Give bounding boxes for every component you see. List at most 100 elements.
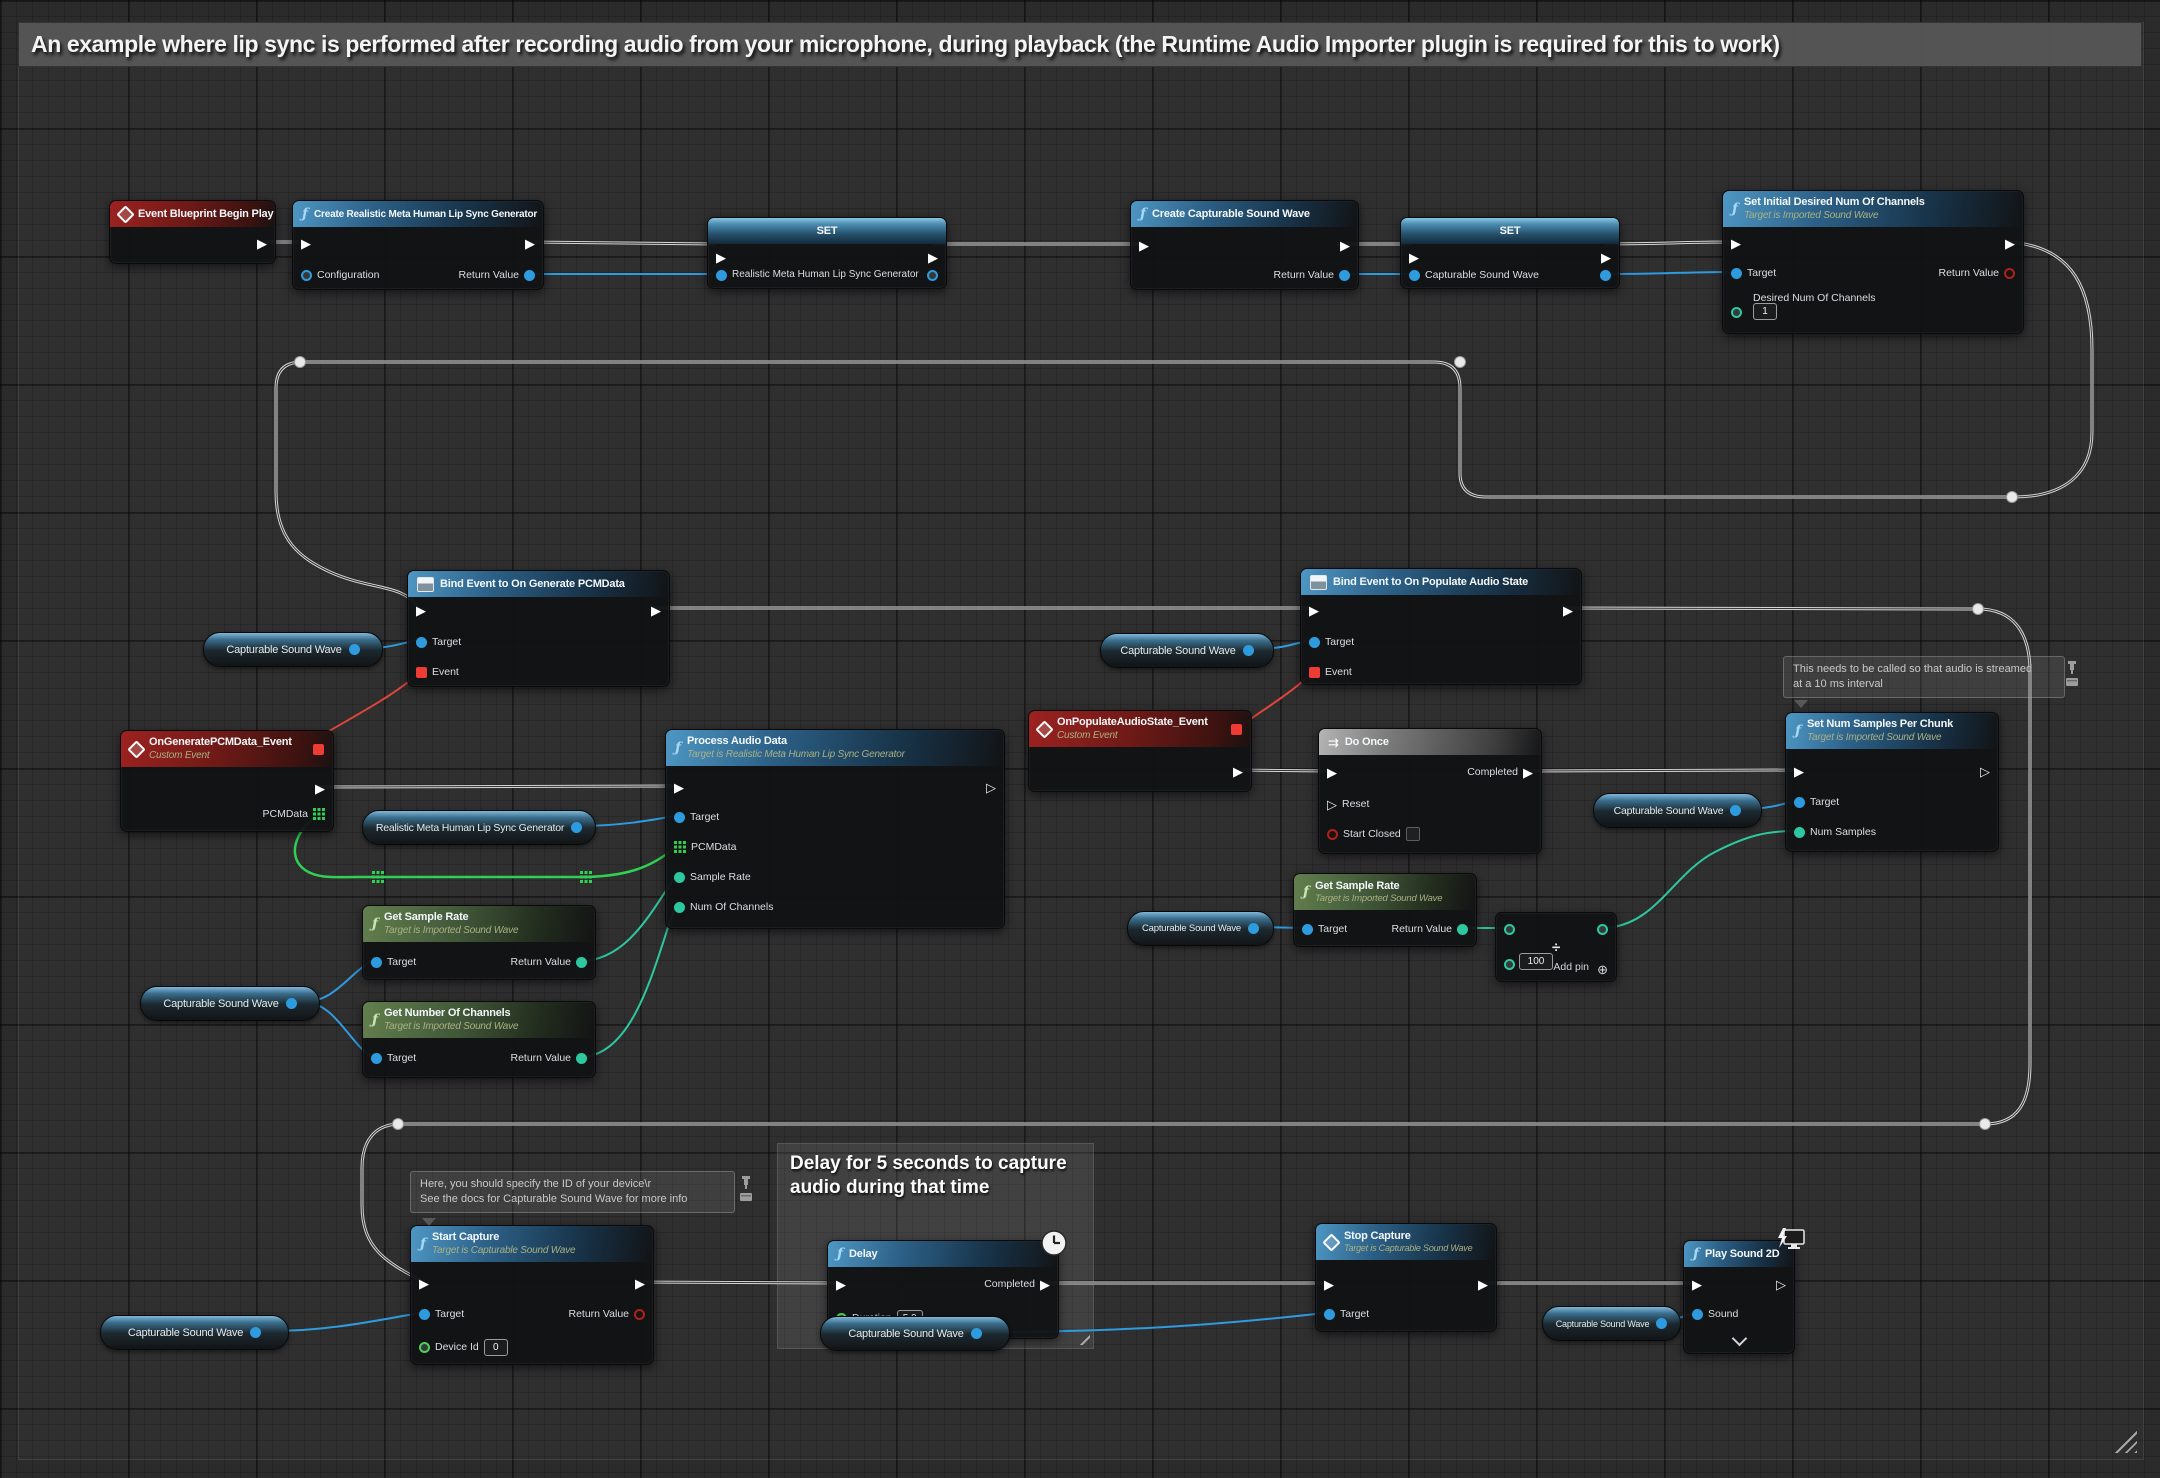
exec-in-pin[interactable]: ▶: [1309, 604, 1319, 617]
exec-out-pin[interactable]: ▶: [635, 1277, 645, 1290]
exec-out-pin[interactable]: ▶: [315, 782, 325, 795]
completed-exec-pin[interactable]: ▶: [1523, 766, 1533, 779]
exec-out-pin[interactable]: ▶: [1233, 765, 1243, 778]
node-set-lip-sync-generator[interactable]: SET ▶ ▶ Realistic Meta Human Lip Sync Ge…: [707, 217, 947, 289]
node-get-sample-rate-right[interactable]: ƒ Get Sample Rate Target is Imported Sou…: [1293, 873, 1477, 947]
event-delegate-pin[interactable]: [416, 667, 427, 678]
exec-out-pin[interactable]: ▶: [2005, 237, 2015, 250]
device-note-bubble[interactable]: Here, you should specify the ID of your …: [410, 1171, 735, 1213]
exec-in-pin[interactable]: ▶: [1794, 765, 1804, 778]
sound-pin[interactable]: [1692, 1309, 1703, 1320]
stream-note-bubble[interactable]: This needs to be called so that audio is…: [1783, 656, 2065, 698]
node-divide[interactable]: ÷ 100 Add pin ⊕: [1495, 912, 1617, 982]
start-closed-pin[interactable]: [1327, 829, 1338, 840]
reroute-node[interactable]: [393, 1119, 404, 1130]
target-pin[interactable]: [1309, 637, 1320, 648]
reroute-node[interactable]: [295, 357, 306, 368]
node-do-once[interactable]: ⇉ Do Once ▶ ▶ Completed ▷ Reset Start Cl…: [1318, 728, 1542, 854]
return-value-pin[interactable]: [576, 957, 587, 968]
exec-out-pin[interactable]: ▷: [1980, 765, 1990, 778]
return-value-pin[interactable]: [1457, 924, 1468, 935]
exec-out-pin[interactable]: ▶: [257, 237, 267, 250]
exec-out-pin[interactable]: ▶: [651, 604, 661, 617]
node-start-capture[interactable]: ƒ Start Capture Target is Capturable Sou…: [410, 1225, 654, 1365]
exec-in-pin[interactable]: ▶: [419, 1277, 429, 1290]
sample-rate-pin[interactable]: [674, 872, 685, 883]
exec-in-pin[interactable]: ▶: [1692, 1278, 1702, 1291]
node-event-begin-play[interactable]: Event Blueprint Begin Play ▶: [109, 200, 276, 264]
target-pin[interactable]: [1324, 1309, 1335, 1320]
variable-in-pin[interactable]: [1409, 270, 1420, 281]
pill-capturable-sound-wave[interactable]: Capturable Sound Wave: [100, 1315, 289, 1350]
target-pin[interactable]: [1302, 924, 1313, 935]
reroute-node[interactable]: [1973, 604, 1984, 615]
node-create-capturable-sound-wave[interactable]: ƒ Create Capturable Sound Wave ▶ ▶ Retur…: [1130, 200, 1359, 290]
node-get-number-of-channels[interactable]: ƒ Get Number Of Channels Target is Impor…: [362, 1001, 596, 1078]
node-play-sound-2d[interactable]: ƒ Play Sound 2D ▶ ▷ Sound: [1683, 1240, 1795, 1354]
exec-in-pin[interactable]: ▶: [416, 604, 426, 617]
pill-output-pin[interactable]: [1248, 923, 1259, 934]
divide-input-b-pin[interactable]: [1504, 959, 1515, 970]
reroute-node[interactable]: [1980, 1119, 1991, 1130]
exec-out-pin[interactable]: ▶: [1478, 1278, 1488, 1291]
configuration-pin[interactable]: [301, 270, 312, 281]
pill-capturable-sound-wave[interactable]: Capturable Sound Wave: [203, 632, 383, 667]
blueprint-graph-canvas[interactable]: An example where lip sync is performed a…: [0, 0, 2160, 1478]
reroute-node[interactable]: [2007, 492, 2018, 503]
exec-in-pin[interactable]: ▶: [1409, 251, 1419, 264]
variable-out-pin[interactable]: [1600, 270, 1611, 281]
pill-realistic-generator[interactable]: Realistic Meta Human Lip Sync Generator: [362, 810, 596, 845]
exec-in-pin[interactable]: ▶: [716, 251, 726, 264]
pcmdata-array-pin[interactable]: [313, 808, 325, 820]
target-pin[interactable]: [416, 637, 427, 648]
pill-output-pin[interactable]: [1730, 805, 1741, 816]
pill-output-pin[interactable]: [286, 998, 297, 1009]
pill-capturable-sound-wave[interactable]: Capturable Sound Wave: [1127, 911, 1274, 946]
pill-output-pin[interactable]: [250, 1327, 261, 1338]
target-pin[interactable]: [674, 812, 685, 823]
node-create-realistic-generator[interactable]: ƒ Create Realistic Meta Human Lip Sync G…: [292, 200, 544, 290]
node-on-populate-audio-state-event[interactable]: OnPopulateAudioState_Event Custom Event …: [1028, 710, 1252, 792]
target-pin[interactable]: [1731, 268, 1742, 279]
return-value-pin[interactable]: [634, 1309, 645, 1320]
divisor-field[interactable]: 100: [1519, 953, 1553, 970]
expand-chevron-icon[interactable]: [1734, 1333, 1745, 1344]
node-set-num-samples-per-chunk[interactable]: ƒ Set Num Samples Per Chunk Target is Im…: [1785, 712, 1999, 852]
pill-capturable-sound-wave[interactable]: Capturable Sound Wave: [1593, 793, 1762, 828]
node-stop-capture[interactable]: Stop Capture Target is Capturable Sound …: [1315, 1223, 1497, 1332]
exec-out-pin[interactable]: ▶: [1563, 604, 1573, 617]
node-get-sample-rate-left[interactable]: ƒ Get Sample Rate Target is Imported Sou…: [362, 905, 596, 980]
reset-exec-pin[interactable]: ▷: [1327, 798, 1337, 811]
exec-out-pin[interactable]: ▶: [525, 237, 535, 250]
exec-out-pin[interactable]: ▶: [1340, 239, 1350, 252]
pill-output-pin[interactable]: [1243, 645, 1254, 656]
exec-out-pin[interactable]: ▷: [1776, 1278, 1786, 1291]
node-set-initial-desired-num-channels[interactable]: ƒ Set Initial Desired Num Of Channels Ta…: [1722, 190, 2024, 334]
node-set-capturable-sound-wave[interactable]: SET ▶ ▶ Capturable Sound Wave: [1400, 217, 1620, 289]
pushpin-icon[interactable]: [2064, 660, 2080, 688]
event-delegate-pin[interactable]: [1309, 667, 1320, 678]
target-pin[interactable]: [371, 957, 382, 968]
divide-output-pin[interactable]: [1597, 924, 1608, 935]
return-value-pin[interactable]: [524, 270, 535, 281]
reroute-node[interactable]: [1455, 357, 1466, 368]
target-pin[interactable]: [419, 1309, 430, 1320]
exec-out-pin[interactable]: ▶: [1601, 251, 1611, 264]
num-channels-pin[interactable]: [674, 902, 685, 913]
node-process-audio-data[interactable]: ƒ Process Audio Data Target is Realistic…: [665, 729, 1005, 929]
add-pin-icon[interactable]: ⊕: [1597, 963, 1608, 976]
target-pin[interactable]: [1794, 797, 1805, 808]
pcmdata-array-pin[interactable]: [674, 841, 686, 853]
delegate-output-pin[interactable]: [313, 744, 324, 755]
node-on-generate-pcmdata-event[interactable]: OnGeneratePCMData_Event Custom Event ▶ P…: [120, 730, 334, 832]
pill-output-pin[interactable]: [1656, 1318, 1667, 1329]
graph-comment-title-bar[interactable]: An example where lip sync is performed a…: [18, 22, 2142, 67]
exec-in-pin[interactable]: ▶: [1139, 239, 1149, 252]
target-pin[interactable]: [371, 1053, 382, 1064]
exec-in-pin[interactable]: ▶: [1731, 237, 1741, 250]
pill-capturable-sound-wave[interactable]: Capturable Sound Wave: [1542, 1306, 1681, 1341]
return-value-pin[interactable]: [2004, 268, 2015, 279]
exec-in-pin[interactable]: ▶: [836, 1278, 846, 1291]
desired-num-field[interactable]: 1: [1753, 303, 1777, 320]
exec-in-pin[interactable]: ▶: [301, 237, 311, 250]
